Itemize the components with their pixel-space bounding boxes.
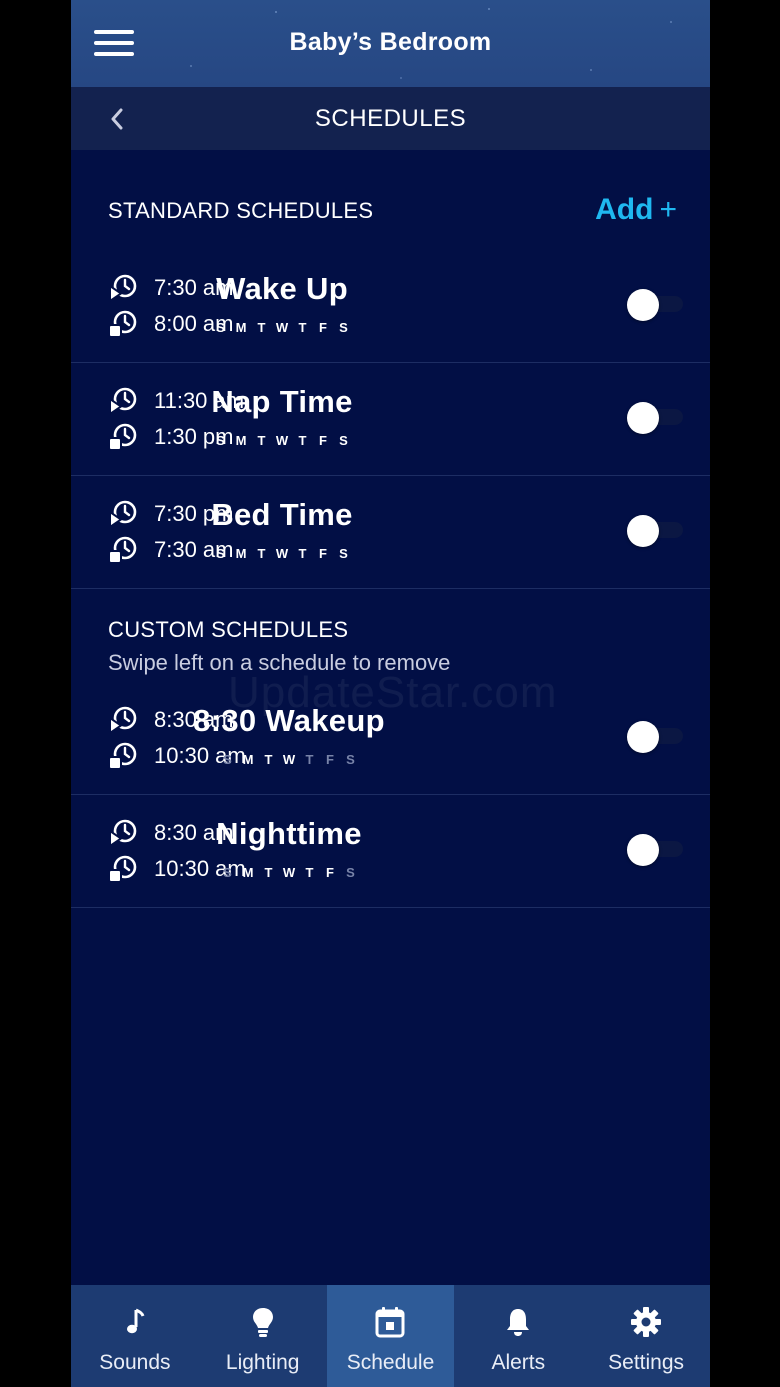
day-letter: T [298, 433, 307, 448]
day-letter: W [275, 320, 289, 335]
lightbulb-icon [252, 1308, 273, 1337]
day-letter: W [275, 433, 289, 448]
schedule-toggle[interactable] [627, 515, 683, 547]
nav-settings[interactable]: Settings [582, 1285, 710, 1387]
add-schedule-button[interactable]: Add + [595, 193, 677, 227]
nav-label: Sounds [99, 1351, 171, 1374]
day-letter: M [235, 546, 247, 561]
schedule-toggle[interactable] [627, 289, 683, 321]
start-time-icon [109, 819, 137, 848]
toggle-knob [627, 515, 659, 547]
day-letter: S [339, 546, 348, 561]
day-letter: M [235, 433, 247, 448]
day-letter: F [319, 546, 327, 561]
day-letter: T [305, 752, 314, 767]
start-time-icon [109, 274, 137, 303]
sub-header: SCHEDULES [71, 87, 710, 150]
day-letter: F [326, 865, 334, 880]
add-label: Add [595, 193, 654, 226]
schedule-toggle[interactable] [627, 834, 683, 866]
day-letter: M [242, 865, 254, 880]
day-letter: T [257, 320, 266, 335]
day-letter: M [235, 320, 247, 335]
day-letter: F [319, 320, 327, 335]
day-letter: F [319, 433, 327, 448]
nav-lighting[interactable]: Lighting [199, 1285, 327, 1387]
day-letter: T [264, 752, 273, 767]
schedule-days: SMTWTFS [152, 546, 412, 561]
day-letter: T [257, 546, 266, 561]
page-title: Baby’s Bedroom [289, 28, 492, 56]
bottom-nav: Sounds Lighting Schedule Alerts Settings [71, 1285, 710, 1387]
day-letter: T [305, 865, 314, 880]
day-letter: S [223, 752, 232, 767]
schedule-row[interactable]: 7:30 pm 7:30 am Bed Time S M T W T F S [71, 475, 710, 589]
end-time-icon [108, 742, 137, 770]
nav-label: Lighting [225, 1351, 300, 1374]
start-time-icon [109, 387, 137, 416]
day-letter: T [257, 433, 266, 448]
schedule-days: SMTWTFS [159, 865, 419, 880]
schedule-row[interactable]: 7:30 am 8:00 am Wake Up S M T W T F S [71, 249, 710, 363]
day-letter: W [275, 546, 289, 561]
nav-label: Settings [608, 1351, 685, 1374]
day-letter: T [264, 865, 273, 880]
nav-sounds[interactable]: Sounds [71, 1285, 199, 1387]
day-letter: S [339, 320, 348, 335]
start-time-icon [109, 706, 137, 735]
toggle-knob [627, 721, 659, 753]
schedule-row[interactable]: 8:30 am 10:30 am Nighttime S M T W T F S [71, 794, 710, 908]
day-letter: W [282, 752, 296, 767]
day-letter: T [298, 546, 307, 561]
start-time-icon [109, 500, 137, 529]
music-note-icon [126, 1308, 145, 1334]
day-letter: S [346, 752, 355, 767]
schedule-days: SMTWTFS [159, 752, 419, 767]
nav-schedule[interactable]: Schedule [326, 1285, 455, 1387]
schedule-days: SMTWTFS [152, 433, 412, 448]
day-letter: S [223, 865, 232, 880]
schedule-name: Bed Time [211, 497, 353, 532]
gear-icon [631, 1307, 662, 1337]
end-time-icon [108, 855, 137, 883]
end-time-icon [108, 423, 137, 451]
app-screen: Baby’s Bedroom SCHEDULES STANDARD SCHEDU… [71, 0, 710, 1387]
schedule-name: Nap Time [211, 384, 353, 419]
standard-schedules-label: STANDARD SCHEDULES [108, 198, 374, 223]
day-letter: F [326, 752, 334, 767]
section-divider [71, 588, 710, 589]
end-time-icon [108, 310, 137, 338]
schedule-toggle[interactable] [627, 721, 683, 753]
bell-icon [507, 1309, 530, 1336]
day-letter: S [216, 546, 225, 561]
schedule-name: Nighttime [216, 816, 362, 851]
schedule-days: SMTWTFS [152, 320, 412, 335]
day-letter: T [298, 320, 307, 335]
custom-schedules-label: CUSTOM SCHEDULES [108, 617, 349, 642]
day-letter: W [282, 865, 296, 880]
nav-label: Alerts [491, 1351, 546, 1374]
schedule-toggle[interactable] [627, 402, 683, 434]
end-time-icon [108, 536, 137, 564]
toggle-knob [627, 289, 659, 321]
nav-label: Schedule [346, 1351, 435, 1374]
schedule-row[interactable]: 11:30 am 1:30 pm Nap Time S M T W T F S [71, 362, 710, 476]
toggle-knob [627, 834, 659, 866]
day-letter: M [242, 752, 254, 767]
toggle-knob [627, 402, 659, 434]
day-letter: S [216, 320, 225, 335]
calendar-icon [375, 1307, 405, 1338]
day-letter: S [346, 865, 355, 880]
top-bar: Baby’s Bedroom [71, 0, 710, 87]
section-title: SCHEDULES [314, 105, 467, 132]
nav-alerts[interactable]: Alerts [454, 1285, 582, 1387]
day-letter: S [339, 433, 348, 448]
plus-icon: + [659, 193, 677, 226]
watermark: UpdateStar.com [228, 668, 558, 717]
day-letter: S [216, 433, 225, 448]
schedule-name: Wake Up [216, 271, 348, 306]
